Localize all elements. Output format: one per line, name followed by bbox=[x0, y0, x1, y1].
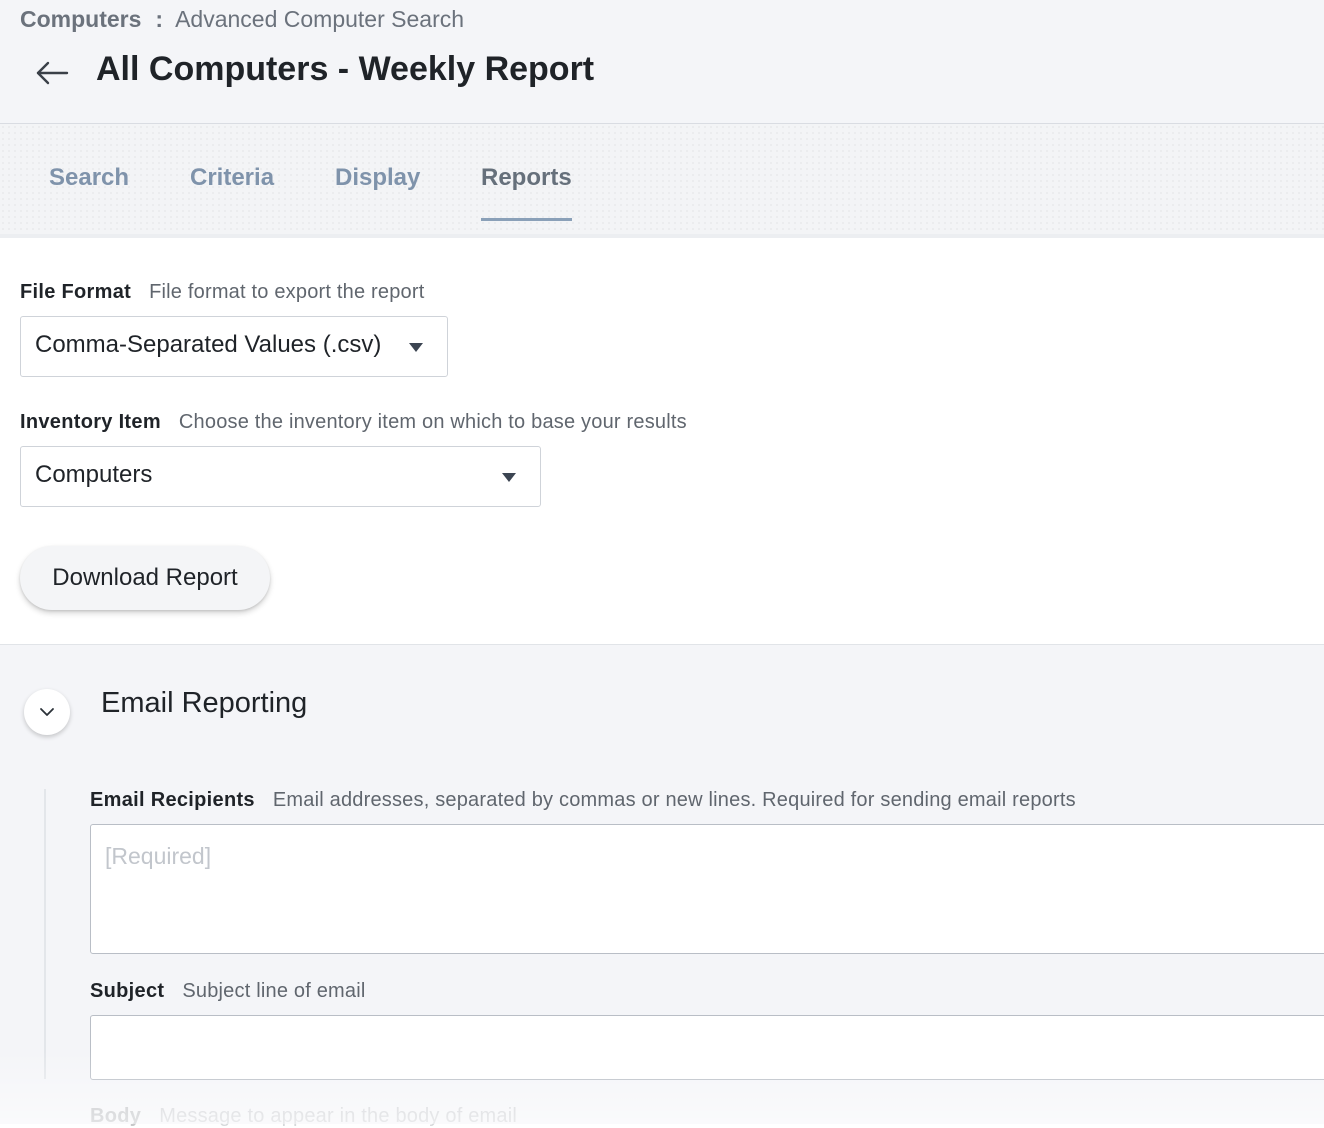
email-recipients-label-row: Email Recipients Email addresses, separat… bbox=[90, 789, 1076, 812]
file-format-value: Comma-Separated Values (.csv) bbox=[35, 331, 382, 358]
subject-input[interactable] bbox=[90, 1015, 1324, 1080]
tab-search[interactable]: Search bbox=[49, 164, 129, 192]
file-format-help: File format to export the report bbox=[149, 281, 425, 303]
email-recipients-input[interactable] bbox=[90, 824, 1324, 954]
tab-criteria[interactable]: Criteria bbox=[190, 164, 274, 192]
breadcrumb-separator: : bbox=[155, 6, 164, 32]
page-title: All Computers - Weekly Report bbox=[96, 50, 595, 88]
email-recipients-help: Email addresses, separated by commas or … bbox=[272, 789, 1076, 811]
breadcrumb: Computers: Advanced Computer Search bbox=[20, 6, 464, 33]
inventory-item-label: Inventory Item bbox=[20, 411, 161, 433]
email-recipients-label: Email Recipients bbox=[90, 789, 255, 811]
email-reporting-title: Email Reporting bbox=[101, 687, 308, 719]
arrow-left-icon[interactable] bbox=[34, 58, 70, 88]
caret-down-icon bbox=[409, 343, 423, 352]
file-format-label: File Format bbox=[20, 281, 132, 303]
subject-help: Subject line of email bbox=[182, 980, 366, 1002]
body-label-row: Body Message to appear in the body of ema… bbox=[90, 1105, 517, 1128]
tab-bar: Search Criteria Display Reports bbox=[0, 124, 1324, 238]
email-reporting-section: Email Reporting Email Recipients Email ad… bbox=[0, 644, 1324, 1127]
tab-display[interactable]: Display bbox=[335, 164, 420, 192]
subject-label-row: Subject Subject line of email bbox=[90, 980, 366, 1003]
inventory-item-help: Choose the inventory item on which to ba… bbox=[178, 411, 687, 433]
tab-reports[interactable]: Reports bbox=[481, 164, 572, 221]
page-header: Computers: Advanced Computer Search All C… bbox=[0, 0, 1324, 124]
inventory-item-value: Computers bbox=[35, 461, 153, 488]
file-format-select[interactable]: Comma-Separated Values (.csv) bbox=[20, 316, 448, 377]
breadcrumb-root[interactable]: Computers bbox=[20, 6, 141, 32]
breadcrumb-current: Advanced Computer Search bbox=[175, 6, 465, 32]
inventory-item-label-row: Inventory Item Choose the inventory item … bbox=[20, 411, 687, 434]
subject-label: Subject bbox=[90, 980, 165, 1002]
download-report-button[interactable]: Download Report bbox=[20, 546, 270, 610]
file-format-label-row: File Format File format to export the rep… bbox=[20, 281, 425, 304]
inventory-item-select[interactable]: Computers bbox=[20, 446, 541, 507]
section-divider bbox=[44, 789, 46, 1079]
chevron-down-icon bbox=[40, 708, 54, 716]
caret-down-icon bbox=[502, 473, 516, 482]
email-reporting-toggle[interactable] bbox=[24, 689, 70, 735]
